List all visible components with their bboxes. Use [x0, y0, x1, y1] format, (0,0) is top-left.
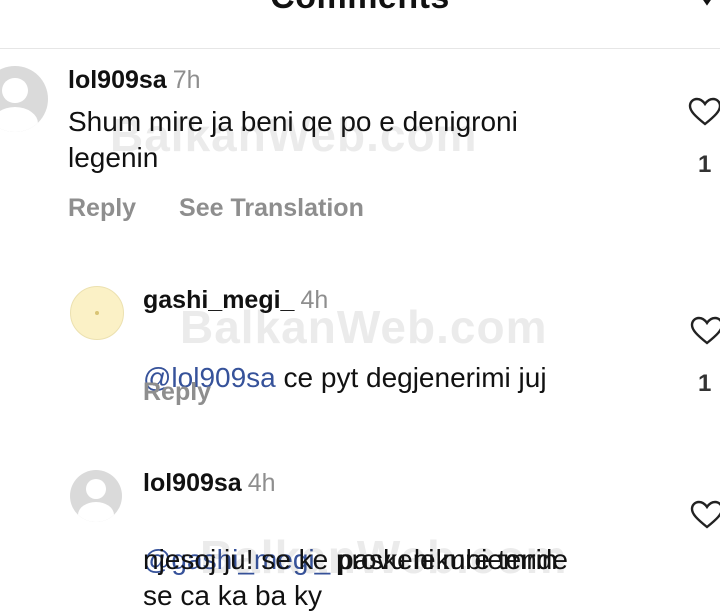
username[interactable]: lol909sa — [143, 469, 242, 497]
heart-icon[interactable] — [690, 500, 720, 530]
reply-comment-item: lol909sa 4h @gashi_megi_ paskeni mbiemrin… — [0, 0, 720, 616]
timestamp: 4h — [247, 469, 276, 497]
comment-header: lol909sa 4h — [143, 469, 276, 498]
avatar[interactable] — [70, 470, 122, 522]
comment-text-continued: njesoj ju! se ke provu lekure tende se c… — [143, 544, 568, 611]
